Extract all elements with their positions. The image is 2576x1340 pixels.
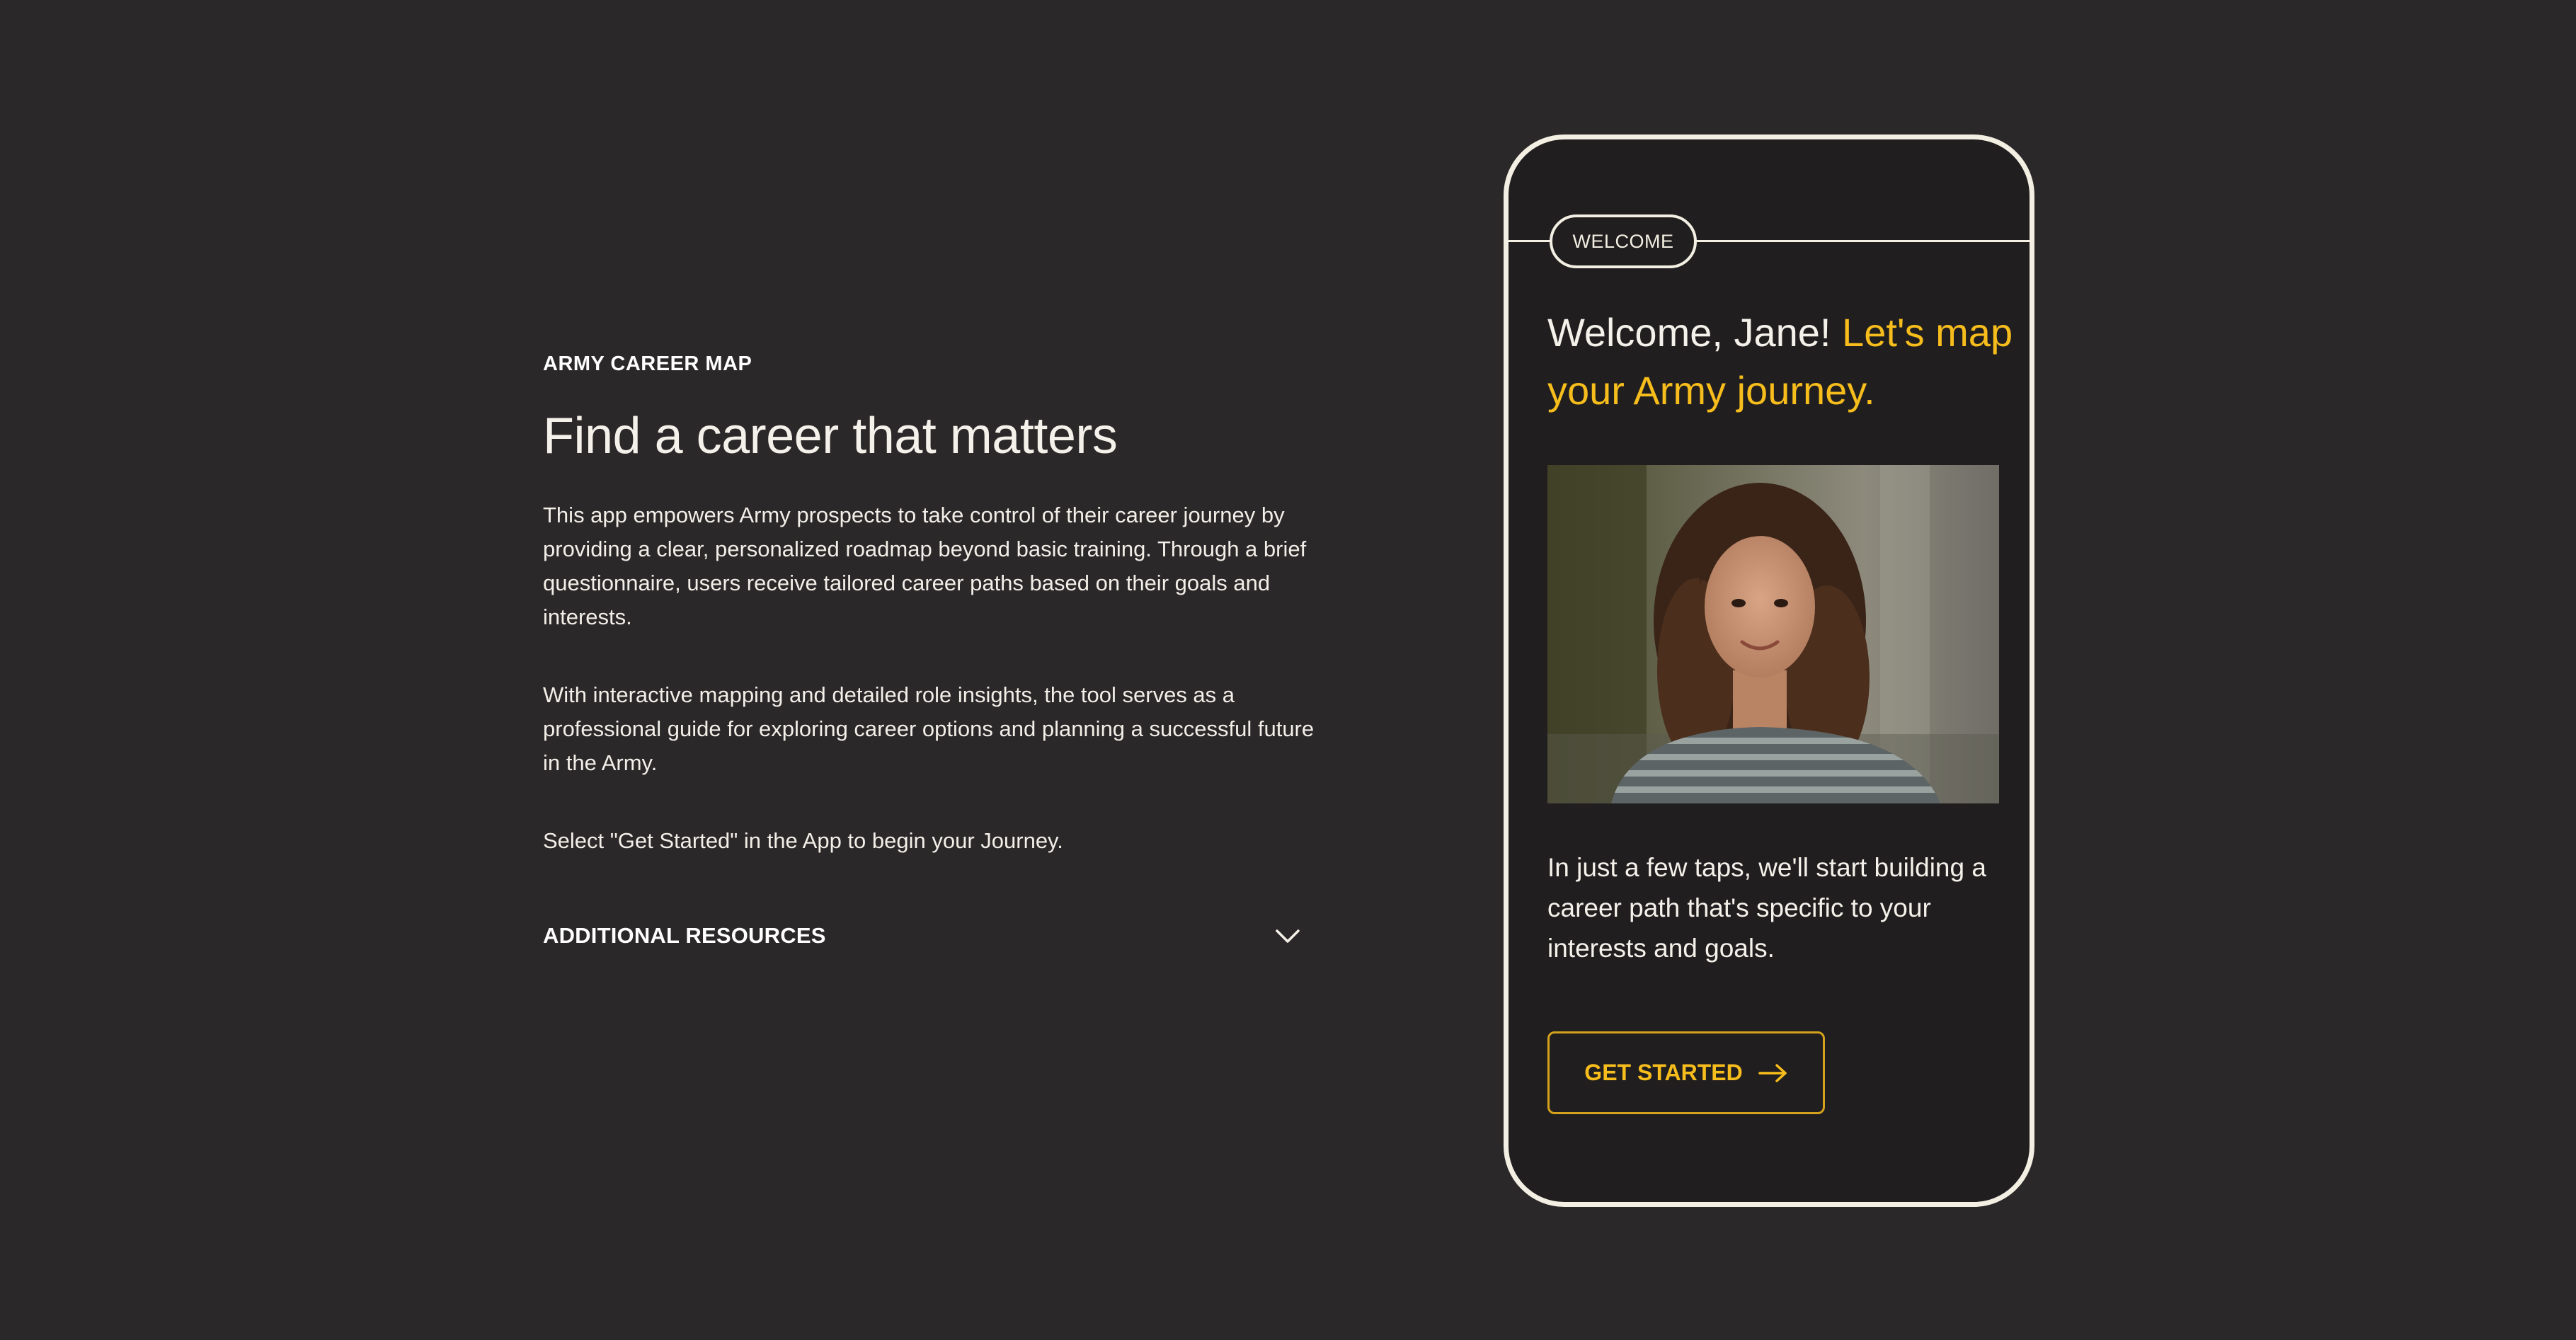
welcome-badge: WELCOME (1550, 214, 1697, 268)
intro-section: ARMY CAREER MAP Find a career that matte… (543, 353, 1322, 949)
page: ARMY CAREER MAP Find a career that matte… (0, 0, 2576, 1340)
onboarding-description: In just a few taps, we'll start building… (1547, 853, 1986, 963)
intro-paragraph: With interactive mapping and detailed ro… (543, 682, 1315, 776)
get-started-button[interactable]: GET STARTED (1547, 1031, 1825, 1114)
eyebrow-label: ARMY CAREER MAP (543, 353, 752, 375)
get-started-label: GET STARTED (1584, 1060, 1743, 1085)
instruction-paragraph: Select "Get Started" in the App to begin… (543, 828, 1063, 854)
arrow-right-icon (1758, 1063, 1787, 1082)
phone-mockup: WELCOME Welcome, Jane! Let's map your Ar… (1504, 134, 2034, 1207)
intro-paragraph: This app empowers Army prospects to take… (543, 503, 1307, 630)
greeting-text: Welcome, Jane! (1547, 310, 1843, 355)
additional-resources-toggle[interactable]: ADDITIONAL RESOURCES (543, 923, 1300, 949)
chevron-down-icon (1276, 929, 1300, 943)
page-title: Find a career that matters (543, 408, 1118, 464)
welcome-heading: Welcome, Jane! Let's map your Army journ… (1547, 304, 2015, 420)
profile-photo (1547, 465, 1999, 803)
additional-resources-label: ADDITIONAL RESOURCES (543, 923, 826, 949)
